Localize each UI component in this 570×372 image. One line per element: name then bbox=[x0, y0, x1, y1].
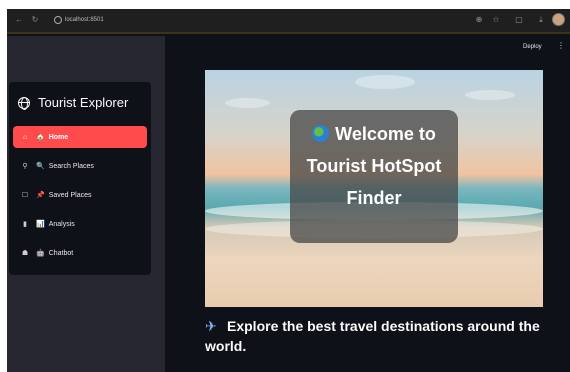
address-bar[interactable]: localhost:8501 bbox=[51, 13, 171, 27]
chart-emoji-icon: 📊 bbox=[36, 221, 45, 228]
tagline-heading: ✈ Explore the best travel destinations ar… bbox=[205, 316, 550, 356]
pin-emoji-icon: 📌 bbox=[36, 192, 45, 199]
reload-icon[interactable]: ↻ bbox=[29, 14, 41, 26]
search-icon: ⚲ bbox=[22, 163, 28, 170]
back-icon[interactable]: ← bbox=[13, 14, 25, 26]
deploy-button[interactable]: Deploy bbox=[523, 44, 542, 50]
nav-item-chatbot[interactable]: ☗ 🤖 Chatbot bbox=[13, 242, 147, 264]
home-icon: ⌂ bbox=[22, 133, 28, 141]
welcome-line-2: Tourist HotSpot bbox=[306, 156, 442, 176]
magnifier-emoji-icon: 🔍 bbox=[36, 163, 45, 170]
nav-item-analysis[interactable]: ▮ 📊 Analysis bbox=[13, 213, 147, 235]
bar-chart-icon: ▮ bbox=[23, 221, 27, 228]
nav-item-label: Saved Places bbox=[48, 191, 92, 199]
nav-item-label: Chatbot bbox=[48, 249, 74, 257]
robot-icon: ☗ bbox=[21, 250, 29, 257]
sidebar-nav: Tourist Explorer ⌂ 🏠 Home ⚲ 🔍 Search Pla… bbox=[9, 82, 151, 275]
cloud-shape bbox=[355, 75, 415, 89]
sidebar-title-text: Tourist Explorer bbox=[38, 95, 129, 110]
earth-globe-icon bbox=[312, 125, 330, 142]
nav-item-home[interactable]: ⌂ 🏠 Home bbox=[13, 126, 147, 148]
profile-avatar[interactable] bbox=[552, 13, 565, 26]
nav-item-label: Analysis bbox=[48, 220, 75, 228]
bookmark-icon: ☐ bbox=[21, 192, 29, 199]
url-text: localhost:8501 bbox=[65, 17, 104, 23]
tagline-text: Explore the best travel destinations aro… bbox=[205, 318, 540, 354]
nav-item-saved-places[interactable]: ☐ 📌 Saved Places bbox=[13, 184, 147, 206]
cloud-shape bbox=[465, 90, 515, 100]
beach-banner-image: Welcome to Tourist HotSpot Finder bbox=[205, 70, 543, 307]
sidebar-title: Tourist Explorer bbox=[18, 95, 128, 110]
bookmark-star-icon[interactable]: ☆ bbox=[490, 14, 502, 26]
cloud-shape bbox=[225, 98, 270, 108]
site-info-icon[interactable] bbox=[54, 16, 62, 24]
download-icon[interactable]: ⤓ bbox=[535, 14, 547, 26]
home-emoji-icon: 🏠 bbox=[36, 134, 45, 141]
airplane-icon: ✈ bbox=[205, 318, 217, 334]
nav-item-label: Search Places bbox=[48, 162, 94, 170]
welcome-line-1: Welcome to bbox=[290, 118, 458, 150]
nav-item-label: Home bbox=[48, 133, 69, 141]
nav-item-search-places[interactable]: ⚲ 🔍 Search Places bbox=[13, 155, 147, 177]
main-menu-icon[interactable]: ⋮ bbox=[557, 41, 565, 50]
zoom-icon[interactable]: ⊕ bbox=[473, 14, 485, 26]
globe-icon bbox=[18, 96, 30, 110]
browser-toolbar: ← ↻ localhost:8501 ⊕ ☆ ▢ ⤓ bbox=[7, 9, 570, 34]
welcome-card: Welcome to Tourist HotSpot Finder bbox=[290, 110, 458, 243]
extensions-icon[interactable]: ▢ bbox=[513, 14, 525, 26]
robot-emoji-icon: 🤖 bbox=[36, 250, 45, 257]
welcome-line-3: Finder bbox=[346, 188, 402, 208]
